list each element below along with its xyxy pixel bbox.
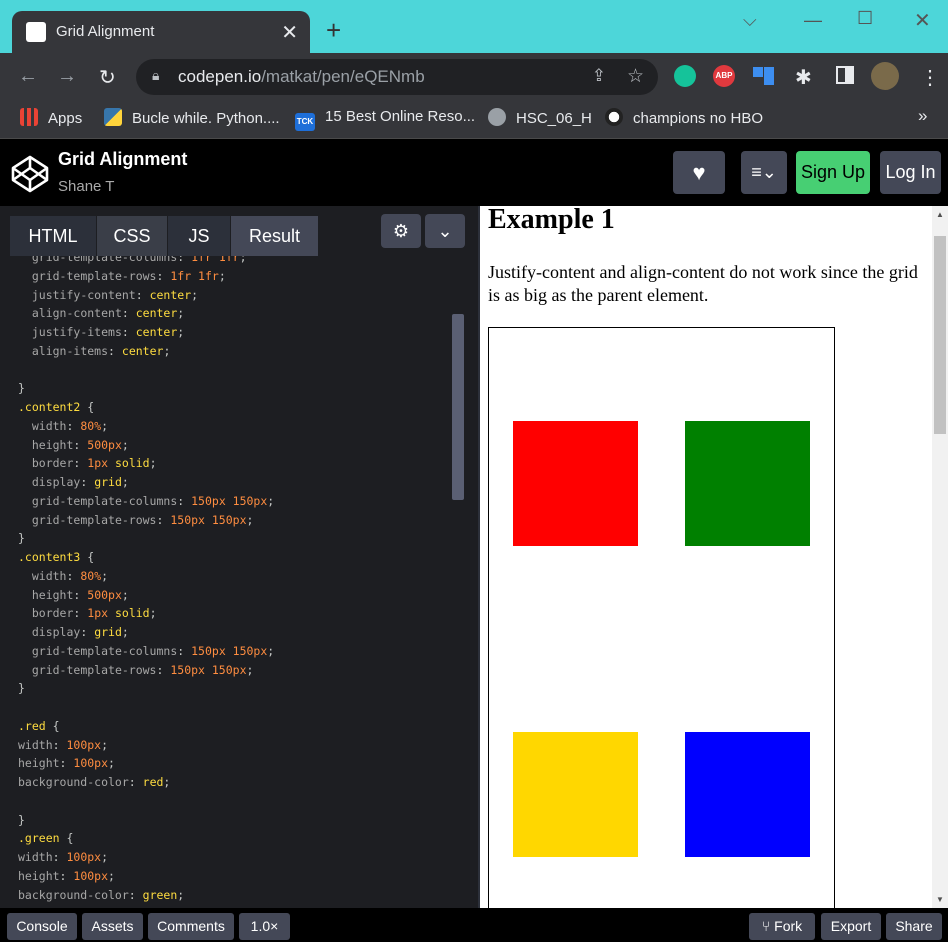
close-window-icon[interactable]: ✕ xyxy=(914,8,931,33)
console-button[interactable]: Console xyxy=(7,913,77,940)
bookmarks-bar: Apps Bucle while. Python.... TCK 15 Best … xyxy=(0,99,948,139)
adblock-extension-icon[interactable]: ABP xyxy=(713,65,735,87)
grammarly-extension-icon[interactable] xyxy=(674,65,696,87)
back-icon[interactable]: ← xyxy=(18,65,38,88)
codepen-logo-icon[interactable] xyxy=(10,154,50,194)
python-icon xyxy=(104,108,122,126)
bookmarks-overflow-icon[interactable]: » xyxy=(918,106,927,126)
forward-icon[interactable]: → xyxy=(57,65,77,88)
assets-button[interactable]: Assets xyxy=(82,913,143,940)
bookmark-hsc[interactable]: HSC_06_H xyxy=(488,108,592,127)
extension-blue-icon[interactable] xyxy=(753,65,775,87)
bookmark-resources[interactable]: TCK 15 Best Online Reso... xyxy=(295,108,475,131)
bookmark-star-icon[interactable]: ☆ xyxy=(627,65,644,88)
tab-search-icon[interactable]: ⌵ xyxy=(743,10,757,31)
result-preview: Example 1 Justify-content and align-cont… xyxy=(480,206,932,908)
blue-square xyxy=(685,732,810,857)
tab-js[interactable]: JS xyxy=(168,216,230,256)
share-icon[interactable]: ⇪ xyxy=(592,66,606,86)
tab-title: Grid Alignment xyxy=(56,23,155,40)
zoom-button[interactable]: 1.0× xyxy=(239,913,290,940)
new-tab-button[interactable]: + xyxy=(326,17,341,43)
lock-icon: 🔒︎ xyxy=(152,67,160,83)
layout-menu-icon[interactable]: ≡⌄ xyxy=(741,151,787,194)
grid-container xyxy=(488,327,835,908)
maximize-icon[interactable]: ☐ xyxy=(857,8,873,29)
example-description: Justify-content and align-content do not… xyxy=(488,262,918,305)
reload-icon[interactable]: ↻ xyxy=(99,65,116,90)
address-bar[interactable]: 🔒︎ codepen.io/matkat/pen/eQENmb ⇪ ☆ xyxy=(136,59,658,95)
signup-button[interactable]: Sign Up xyxy=(796,151,870,194)
fork-icon: ⑂ xyxy=(761,918,775,934)
login-button[interactable]: Log In xyxy=(880,151,941,194)
result-scrollbar-thumb[interactable] xyxy=(934,236,946,434)
tab-result[interactable]: Result xyxy=(231,216,318,256)
heart-icon[interactable]: ♥ xyxy=(673,151,725,194)
chrome-menu-icon[interactable]: ⋮ xyxy=(920,65,940,90)
bookmark-champions[interactable]: champions no HBO xyxy=(605,108,763,127)
export-button[interactable]: Export xyxy=(821,913,881,940)
pen-title: Grid Alignment xyxy=(58,149,188,169)
bookmark-python[interactable]: Bucle while. Python.... xyxy=(104,108,280,127)
comments-button[interactable]: Comments xyxy=(148,913,234,940)
minimize-icon[interactable]: — xyxy=(804,10,822,31)
chevron-down-icon[interactable]: ⌄ xyxy=(425,214,465,248)
yellow-square xyxy=(513,732,638,857)
side-panel-icon[interactable] xyxy=(836,66,854,84)
profile-avatar[interactable] xyxy=(871,62,899,90)
url-text[interactable]: codepen.io/matkat/pen/eQENmb xyxy=(178,67,425,87)
globe-icon xyxy=(488,108,506,126)
scroll-down-icon[interactable]: ▼ xyxy=(936,895,944,904)
scroll-up-icon[interactable]: ▲ xyxy=(936,210,944,219)
css-code[interactable]: grid-template-columns: 1fr 1fr; grid-tem… xyxy=(18,256,448,908)
share-button[interactable]: Share xyxy=(886,913,942,940)
red-square xyxy=(513,421,638,546)
codepen-favicon-icon xyxy=(26,22,46,42)
browser-toolbar: ← → ↻ 🔒︎ codepen.io/matkat/pen/eQENmb ⇪ … xyxy=(0,53,948,99)
apps-grid-icon xyxy=(20,108,38,126)
settings-gear-icon[interactable]: ⚙ xyxy=(381,214,421,248)
close-tab-icon[interactable]: ✕ xyxy=(281,20,298,45)
bookmark-apps[interactable]: Apps xyxy=(20,108,82,127)
browser-tab[interactable]: Grid Alignment ✕ xyxy=(12,11,310,53)
tab-css[interactable]: CSS xyxy=(97,216,167,256)
editor-scrollbar[interactable] xyxy=(452,314,464,500)
fork-button[interactable]: ⑂ Fork xyxy=(749,913,815,940)
soccer-ball-icon xyxy=(605,108,623,126)
tck-icon: TCK xyxy=(295,113,315,131)
extensions-puzzle-icon[interactable]: ✱ xyxy=(795,65,812,90)
green-square xyxy=(685,421,810,546)
tab-html[interactable]: HTML xyxy=(10,216,96,256)
example-heading: Example 1 xyxy=(488,206,615,235)
pen-author[interactable]: Shane T xyxy=(58,178,114,195)
